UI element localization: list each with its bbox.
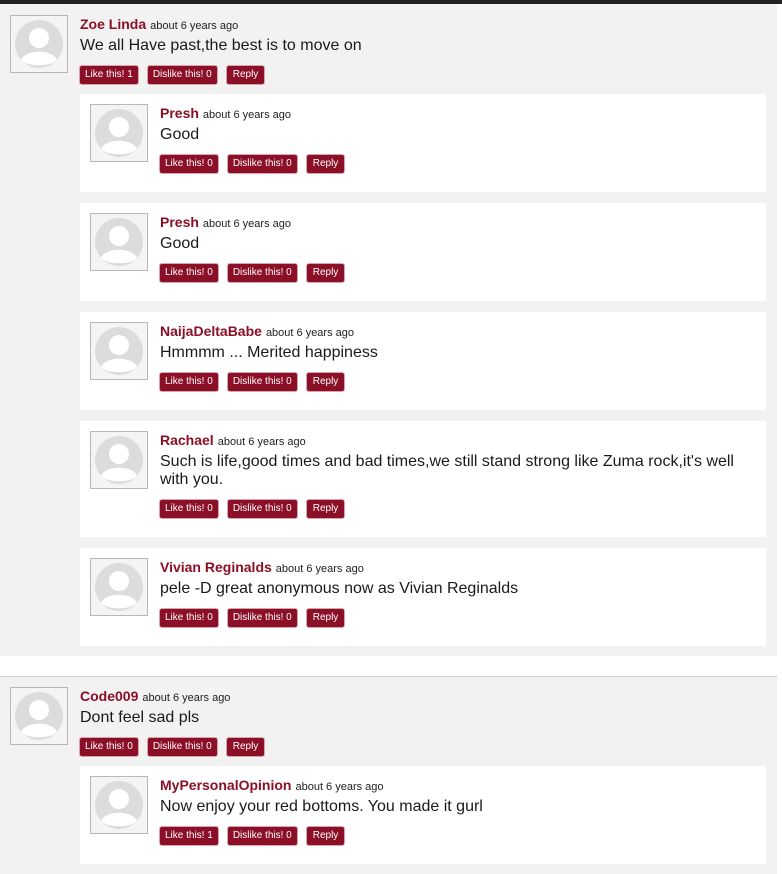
comment-author[interactable]: Code009 (80, 688, 138, 704)
like-button[interactable]: Like this! 0 (160, 264, 218, 282)
reply-button[interactable]: Reply (226, 66, 265, 84)
comment-text: pele -D great anonymous now as Vivian Re… (160, 580, 519, 597)
comment-time: about 6 years ago (150, 20, 239, 32)
comment-time: about 6 years ago (217, 436, 306, 448)
reply-button[interactable]: Reply (306, 609, 345, 627)
reply-button[interactable]: Reply (306, 373, 345, 391)
dislike-button[interactable]: Dislike this! 0 (227, 155, 297, 173)
user-avatar-icon (90, 558, 148, 616)
comment-author[interactable]: Rachael (160, 432, 214, 448)
comment-text: Such is life,good times and bad times,we… (160, 453, 734, 488)
comment-time: about 6 years ago (202, 109, 291, 121)
comment: Zoe Linda about 6 years ago We all Have p… (10, 15, 770, 85)
dislike-button[interactable]: Dislike this! 0 (147, 738, 217, 756)
reply-comment: Rachael about 6 years ago Such is life,go… (80, 421, 766, 537)
reply-button[interactable]: Reply (306, 155, 345, 173)
like-button[interactable]: Like this! 1 (160, 827, 218, 845)
like-button[interactable]: Like this! 0 (160, 373, 218, 391)
comment-author[interactable]: Zoe Linda (80, 16, 146, 32)
like-button[interactable]: Like this! 1 (80, 66, 138, 84)
reply-button[interactable]: Reply (306, 500, 345, 518)
comment-text: Good (160, 126, 200, 143)
comment-author[interactable]: Presh (160, 214, 199, 230)
comment-author[interactable]: Vivian Reginalds (160, 559, 272, 575)
dislike-button[interactable]: Dislike this! 0 (227, 373, 297, 391)
user-avatar-icon (90, 322, 148, 380)
comment: Code009 about 6 years ago Dont feel sad p… (10, 687, 770, 757)
comment-time: about 6 years ago (275, 563, 364, 575)
comment-text: Good (160, 235, 200, 252)
comment-author[interactable]: NaijaDeltaBabe (160, 323, 262, 339)
comment-text: Dont feel sad pls (80, 709, 200, 726)
reply-comment: MyPersonalOpinion about 6 years ago Now e… (80, 766, 766, 864)
user-avatar-icon (90, 431, 148, 489)
user-avatar-icon (10, 15, 68, 73)
dislike-button[interactable]: Dislike this! 0 (227, 264, 297, 282)
comment-text: Now enjoy your red bottoms. You made it … (160, 798, 483, 815)
dislike-button[interactable]: Dislike this! 0 (227, 500, 297, 518)
comment-author[interactable]: Presh (160, 105, 199, 121)
comment-time: about 6 years ago (265, 327, 355, 339)
dislike-button[interactable]: Dislike this! 0 (227, 609, 297, 627)
comment-time: about 6 years ago (295, 781, 384, 793)
user-avatar-icon (10, 687, 68, 745)
like-button[interactable]: Like this! 0 (80, 738, 138, 756)
reply-comment: Presh about 6 years ago Good Like this! 0… (80, 94, 766, 192)
reply-button[interactable]: Reply (306, 827, 345, 845)
user-avatar-icon (90, 104, 148, 162)
reply-comment: Presh about 6 years ago Good Like this! 0… (80, 203, 766, 301)
reply-comment: Vivian Reginalds about 6 years ago pele -… (80, 548, 766, 646)
dislike-button[interactable]: Dislike this! 0 (147, 66, 217, 84)
comment-thread: Zoe Linda about 6 years ago We all Have p… (0, 4, 777, 656)
reply-button[interactable]: Reply (306, 264, 345, 282)
comment-thread: Code009 about 6 years ago Dont feel sad p… (0, 676, 777, 874)
like-button[interactable]: Like this! 0 (160, 500, 218, 518)
like-button[interactable]: Like this! 0 (160, 155, 218, 173)
reply-button[interactable]: Reply (226, 738, 265, 756)
comment-text: We all Have past,the best is to move on (80, 37, 362, 54)
user-avatar-icon (90, 776, 148, 834)
user-avatar-icon (90, 213, 148, 271)
like-button[interactable]: Like this! 0 (160, 609, 218, 627)
dislike-button[interactable]: Dislike this! 0 (227, 827, 297, 845)
comment-author[interactable]: MyPersonalOpinion (160, 777, 291, 793)
reply-comment: NaijaDeltaBabe about 6 years ago Hmmmm ..… (80, 312, 766, 410)
comment-time: about 6 years ago (142, 692, 231, 704)
comment-text: Hmmmm ... Merited happiness (160, 344, 378, 361)
comment-time: about 6 years ago (202, 218, 291, 230)
